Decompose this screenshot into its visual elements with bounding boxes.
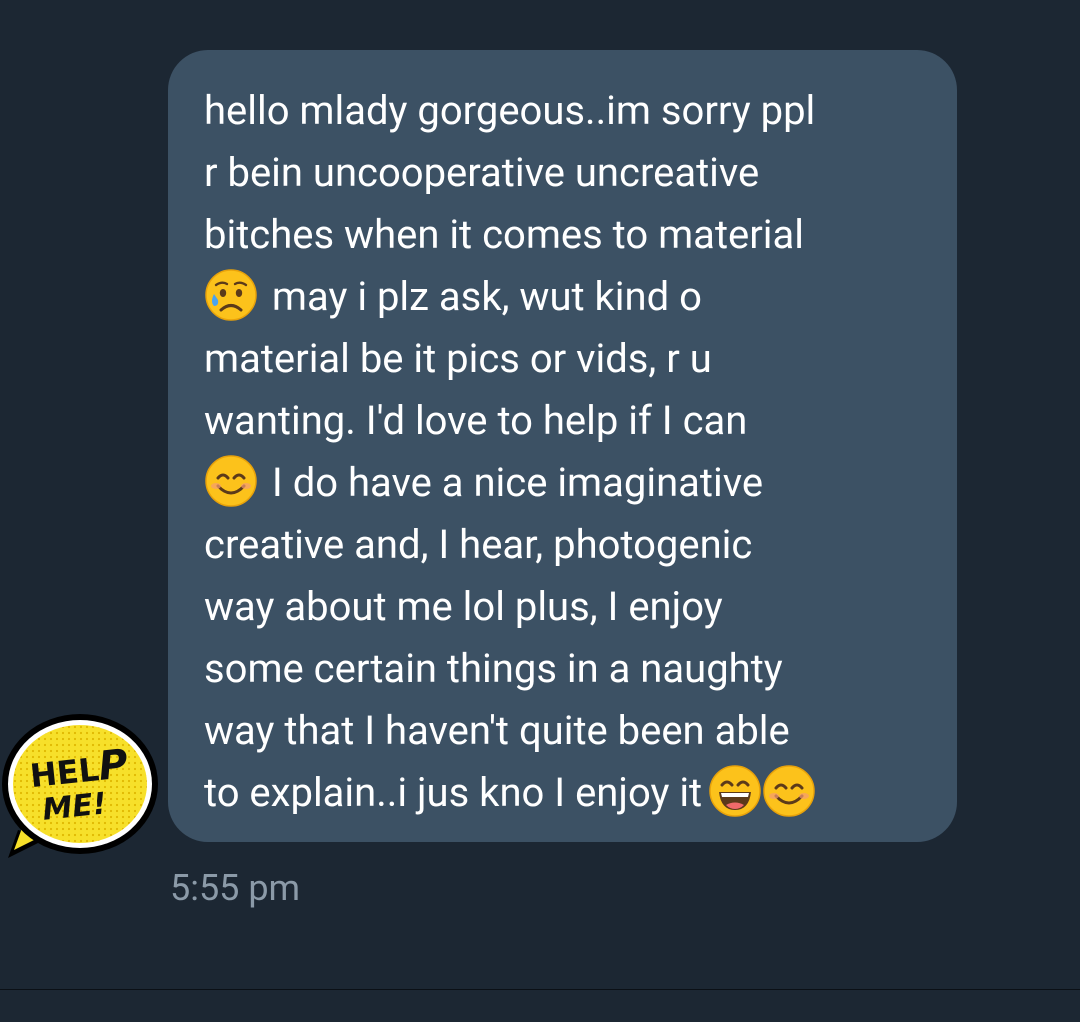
message-line: r bein uncooperative uncreative — [204, 142, 927, 204]
message-line-text: creative and, I hear, photogenic — [204, 521, 753, 568]
smiling-face-emoji-icon — [205, 455, 257, 507]
message-line-text: r bein uncooperative uncreative — [204, 149, 760, 196]
message-line: material be it pics or vids, r u — [204, 328, 927, 390]
message-line-text: wanting. I'd love to help if I can — [204, 397, 748, 444]
message-line-text: may i plz ask, wut kind o — [271, 273, 702, 320]
sad-sweat-face-emoji-icon — [205, 269, 257, 321]
message-line-text: bitches when it comes to material — [204, 211, 804, 258]
message-line-text: way about me lol plus, I enjoy — [204, 583, 723, 630]
message-line-text: some certain things in a naughty — [204, 645, 783, 692]
chat-area: HELP ME! hello mlady gorgeous..im sorry … — [0, 0, 1080, 989]
message-line-text: way that I haven't quite been able — [204, 707, 790, 754]
message-line: some certain things in a naughty — [204, 638, 927, 700]
message-line: to explain..i jus kno I enjoy it — [204, 762, 927, 824]
message-line: way that I haven't quite been able — [204, 700, 927, 762]
message-line: creative and, I hear, photogenic — [204, 514, 927, 576]
message-line: hello mlady gorgeous..im sorry ppl — [204, 80, 927, 142]
message-timestamp: 5:55 pm — [170, 867, 301, 909]
message-bubble[interactable]: hello mlady gorgeous..im sorry ppl r bein… — [168, 50, 957, 842]
avatar-text-line2: ME! — [41, 786, 108, 828]
message-line: bitches when it comes to material — [204, 204, 927, 266]
message-line-text: I do have a nice imaginative — [271, 459, 764, 506]
smiling-face-emoji-icon — [763, 765, 815, 817]
message-line: may i plz ask, wut kind o — [204, 266, 927, 328]
grinning-face-emoji-icon — [709, 765, 761, 817]
message-line: wanting. I'd love to help if I can — [204, 390, 927, 452]
message-line-text: hello mlady gorgeous..im sorry ppl — [204, 87, 816, 134]
sender-avatar[interactable]: HELP ME! — [0, 712, 160, 862]
bottom-bar — [0, 990, 1080, 1022]
message-line: way about me lol plus, I enjoy — [204, 576, 927, 638]
message-line-text: to explain..i jus kno I enjoy it — [204, 769, 703, 816]
message-line: I do have a nice imaginative — [204, 452, 927, 514]
message-line-text: material be it pics or vids, r u — [204, 335, 712, 382]
